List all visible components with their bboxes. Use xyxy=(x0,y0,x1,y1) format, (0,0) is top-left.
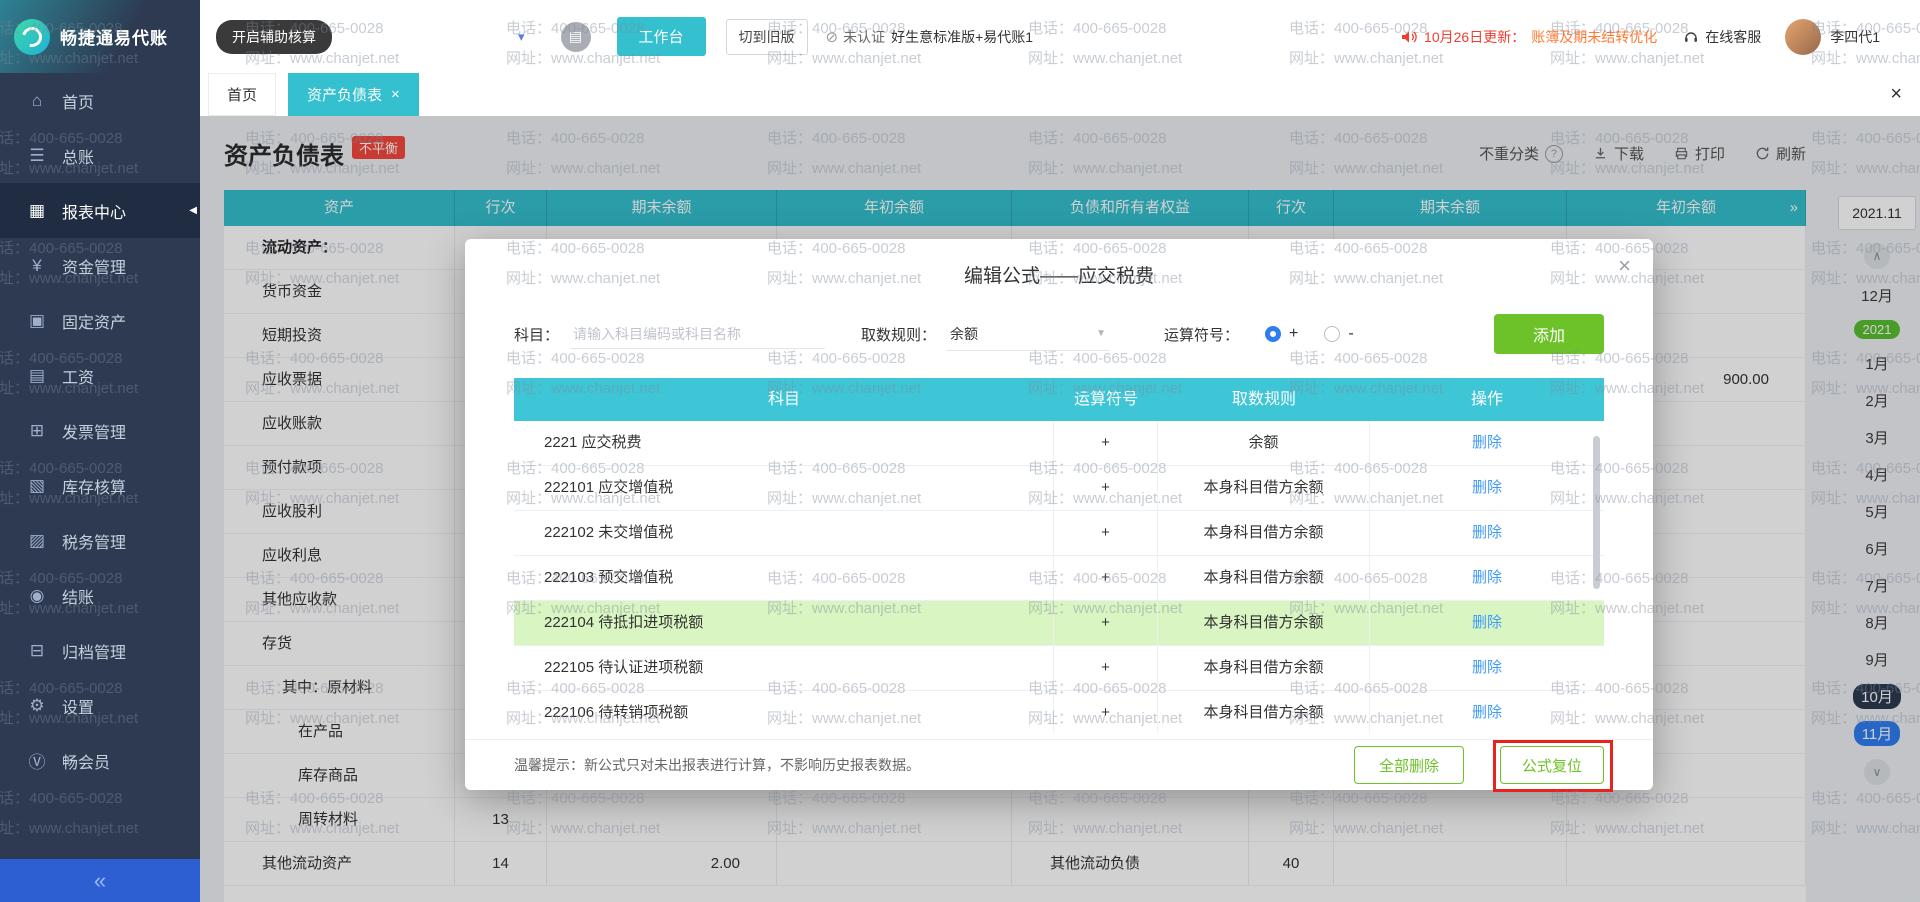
account-dropdown-icon[interactable]: ▾ xyxy=(518,29,525,45)
active-arrow-icon: ◀ xyxy=(189,205,197,216)
formula-row: 222105 待认证进项税额 + 本身科目借方余额 删除 xyxy=(514,646,1604,691)
sidebar-item-tax[interactable]: ▨ 税务管理 ◀ xyxy=(0,513,200,568)
tab-close-icon[interactable]: × xyxy=(391,87,400,102)
operator-plus-radio[interactable]: + xyxy=(1265,325,1298,343)
workbench-button[interactable]: 工作台 xyxy=(616,17,706,56)
online-service[interactable]: 在线客服 xyxy=(1683,27,1761,47)
sidebar-item-icon: ▣ xyxy=(28,310,46,330)
sidebar-item-funds[interactable]: ¥ 资金管理 ◀ xyxy=(0,238,200,293)
app-icon[interactable]: ▤ xyxy=(560,21,591,52)
formula-row: 222102 未交增值税 + 本身科目借方余额 删除 xyxy=(514,511,1604,556)
sidebar-item-icon: ⊞ xyxy=(29,420,45,440)
sidebar-item-ledger[interactable]: ☰ 总账 ◀ xyxy=(0,128,200,183)
topbar: 开启辅助核算 ▾ ▤ 工作台 切到旧版 ⊘ 未认证 好生意标准版+易代账1 10… xyxy=(200,0,1920,73)
headset-icon xyxy=(1685,31,1698,42)
subject-input[interactable] xyxy=(571,319,826,349)
scrollbar[interactable] xyxy=(1593,436,1600,589)
formula-row: 2221 应交税费 + 余额 删除 xyxy=(514,421,1604,466)
rule-label: 取数规则： xyxy=(861,326,937,344)
operator-minus-radio[interactable]: - xyxy=(1324,325,1354,343)
main-area: 开启辅助核算 ▾ ▤ 工作台 切到旧版 ⊘ 未认证 好生意标准版+易代账1 10… xyxy=(200,0,1920,902)
edit-formula-dialog: 编辑公式——应交税费 × 科目： 取数规则： 余额 ▼ 运算符号： + xyxy=(465,239,1653,792)
operator-label: 运算符号： xyxy=(1164,326,1240,344)
speaker-icon xyxy=(1402,31,1417,42)
sidebar-item-icon: ☰ xyxy=(29,145,45,165)
delete-link[interactable]: 删除 xyxy=(1472,524,1502,541)
sidebar-item-closing[interactable]: ◉ 结账 ◀ xyxy=(0,568,200,623)
delete-link[interactable]: 删除 xyxy=(1472,479,1502,496)
formula-reset-button[interactable]: 公式复位 xyxy=(1500,746,1604,784)
formula-table-header: 科目 运算符号 取数规则 操作 xyxy=(514,378,1604,421)
sidebar-item-icon: ▨ xyxy=(28,530,46,550)
formula-row: 222101 应交增值税 + 本身科目借方余额 删除 xyxy=(514,466,1604,511)
delete-all-button[interactable]: 全部删除 xyxy=(1354,746,1464,784)
tab-balance-sheet[interactable]: 资产负债表 × xyxy=(288,73,419,116)
collapse-icon: « xyxy=(93,867,107,893)
announcement[interactable]: 10月26日更新： 账簿及期未结转优化 xyxy=(1400,27,1657,47)
product-name: 好生意标准版+易代账1 xyxy=(891,28,1034,45)
sidebar-item-salary[interactable]: ▤ 工资 ◀ xyxy=(0,348,200,403)
formula-table-body: 2221 应交税费 + 余额 删除 222101 应交增值税 + 本身科目借方余… xyxy=(514,421,1604,733)
announcement-date: 10月26日更新： xyxy=(1424,28,1526,45)
username[interactable]: 李四代1 xyxy=(1830,27,1880,47)
sidebar-item-member[interactable]: Ⓥ 畅会员 ◀ xyxy=(0,733,200,788)
sidebar-item-icon: ▧ xyxy=(28,475,46,495)
tab-list: 首页 × 资产负债表 × xyxy=(208,73,419,116)
sidebar-item-icon: ⊟ xyxy=(29,640,45,660)
switch-old-version-button[interactable]: 切到旧版 xyxy=(725,18,808,55)
sidebar-item-fixed-assets[interactable]: ▣ 固定资产 ◀ xyxy=(0,293,200,348)
sidebar-item-icon: Ⓥ xyxy=(28,753,46,772)
avatar[interactable] xyxy=(1785,18,1822,55)
sidebar-item-icon: ⚙ xyxy=(29,695,45,715)
formula-row: 222106 待转销项税额 + 本身科目借方余额 删除 xyxy=(514,691,1604,733)
subject-label: 科目： xyxy=(514,326,560,344)
formula-row: 222103 预交增值税 + 本身科目借方余额 删除 xyxy=(514,556,1604,601)
app-logo: 畅捷通易代账 xyxy=(0,0,200,73)
tabbar-close-icon[interactable]: × xyxy=(1890,83,1902,106)
logo-text: 畅捷通易代账 xyxy=(60,29,168,48)
radio-checked-icon xyxy=(1265,326,1282,342)
add-button[interactable]: 添加 xyxy=(1494,314,1604,354)
sidebar-item-invoices[interactable]: ⊞ 发票管理 ◀ xyxy=(0,403,200,458)
sidebar-item-settings[interactable]: ⚙ 设置 ◀ xyxy=(0,678,200,733)
formula-form: 科目： 取数规则： 余额 ▼ 运算符号： + - xyxy=(465,314,1653,354)
sidebar-item-icon: ◉ xyxy=(29,585,45,605)
announcement-text: 账簿及期未结转优化 xyxy=(1531,28,1658,45)
uncertified-icon: ⊘ xyxy=(825,28,839,46)
sidebar-item-icon: ⌂ xyxy=(31,90,43,110)
sidebar: 畅捷通易代账 ⌂ 首页 ◀ ☰ 总账 ◀ ▦ 报表中心 ◀ xyxy=(0,0,200,902)
delete-link[interactable]: 删除 xyxy=(1472,434,1502,451)
rule-select[interactable]: 余额 ▼ xyxy=(946,318,1111,351)
delete-link[interactable]: 删除 xyxy=(1472,569,1502,586)
sidebar-item-icon: ▦ xyxy=(28,200,46,220)
close-icon[interactable]: × xyxy=(1618,255,1631,277)
sidebar-collapse-button[interactable]: « xyxy=(0,859,200,902)
delete-link[interactable]: 删除 xyxy=(1472,659,1502,676)
formula-row: 222104 待抵扣进项税额 + 本身科目借方余额 删除 xyxy=(514,601,1604,646)
sidebar-item-home[interactable]: ⌂ 首页 ◀ xyxy=(0,73,200,128)
select-caret-icon: ▼ xyxy=(1096,328,1107,339)
tip-text: 温馨提示：新公式只对未出报表进行计算，不影响历史报表数据。 xyxy=(514,757,920,773)
sidebar-item-archive[interactable]: ⊟ 归档管理 ◀ xyxy=(0,623,200,678)
dialog-title: 编辑公式——应交税费 xyxy=(963,266,1154,287)
app-window: 畅捷通易代账 ⌂ 首页 ◀ ☰ 总账 ◀ ▦ 报表中心 ◀ xyxy=(0,0,1920,902)
formula-table: 科目 运算符号 取数规则 操作 2221 应交税费 + 余额 删除 222101… xyxy=(514,378,1604,733)
sidebar-item-reports[interactable]: ▦ 报表中心 ◀ xyxy=(0,183,200,238)
logo-icon xyxy=(14,18,50,55)
sidebar-item-icon: ▤ xyxy=(28,365,46,385)
content-area: 资产负债表 不平衡 不重分类 ? 下载 打印 刷新 » 资产 行次 期末余额 年… xyxy=(200,116,1920,902)
rule-select-value: 余额 xyxy=(950,325,979,342)
tab-home[interactable]: 首页 × xyxy=(208,73,277,116)
assist-accounting-button[interactable]: 开启辅助核算 xyxy=(216,19,332,54)
uncertified-badge: ⊘ 未认证 xyxy=(825,28,886,46)
delete-link[interactable]: 删除 xyxy=(1472,614,1502,631)
dialog-footer: 温馨提示：新公式只对未出报表进行计算，不影响历史报表数据。 全部删除 公式复位 xyxy=(465,739,1653,792)
radio-unchecked-icon xyxy=(1324,326,1341,342)
sidebar-item-inventory[interactable]: ▧ 库存核算 ◀ xyxy=(0,458,200,513)
delete-link[interactable]: 删除 xyxy=(1472,704,1502,721)
tabbar: 首页 × 资产负债表 × × xyxy=(200,73,1920,116)
sidebar-item-icon: ¥ xyxy=(32,255,42,275)
sidebar-nav: ⌂ 首页 ◀ ☰ 总账 ◀ ▦ 报表中心 ◀ ¥ xyxy=(0,73,200,788)
